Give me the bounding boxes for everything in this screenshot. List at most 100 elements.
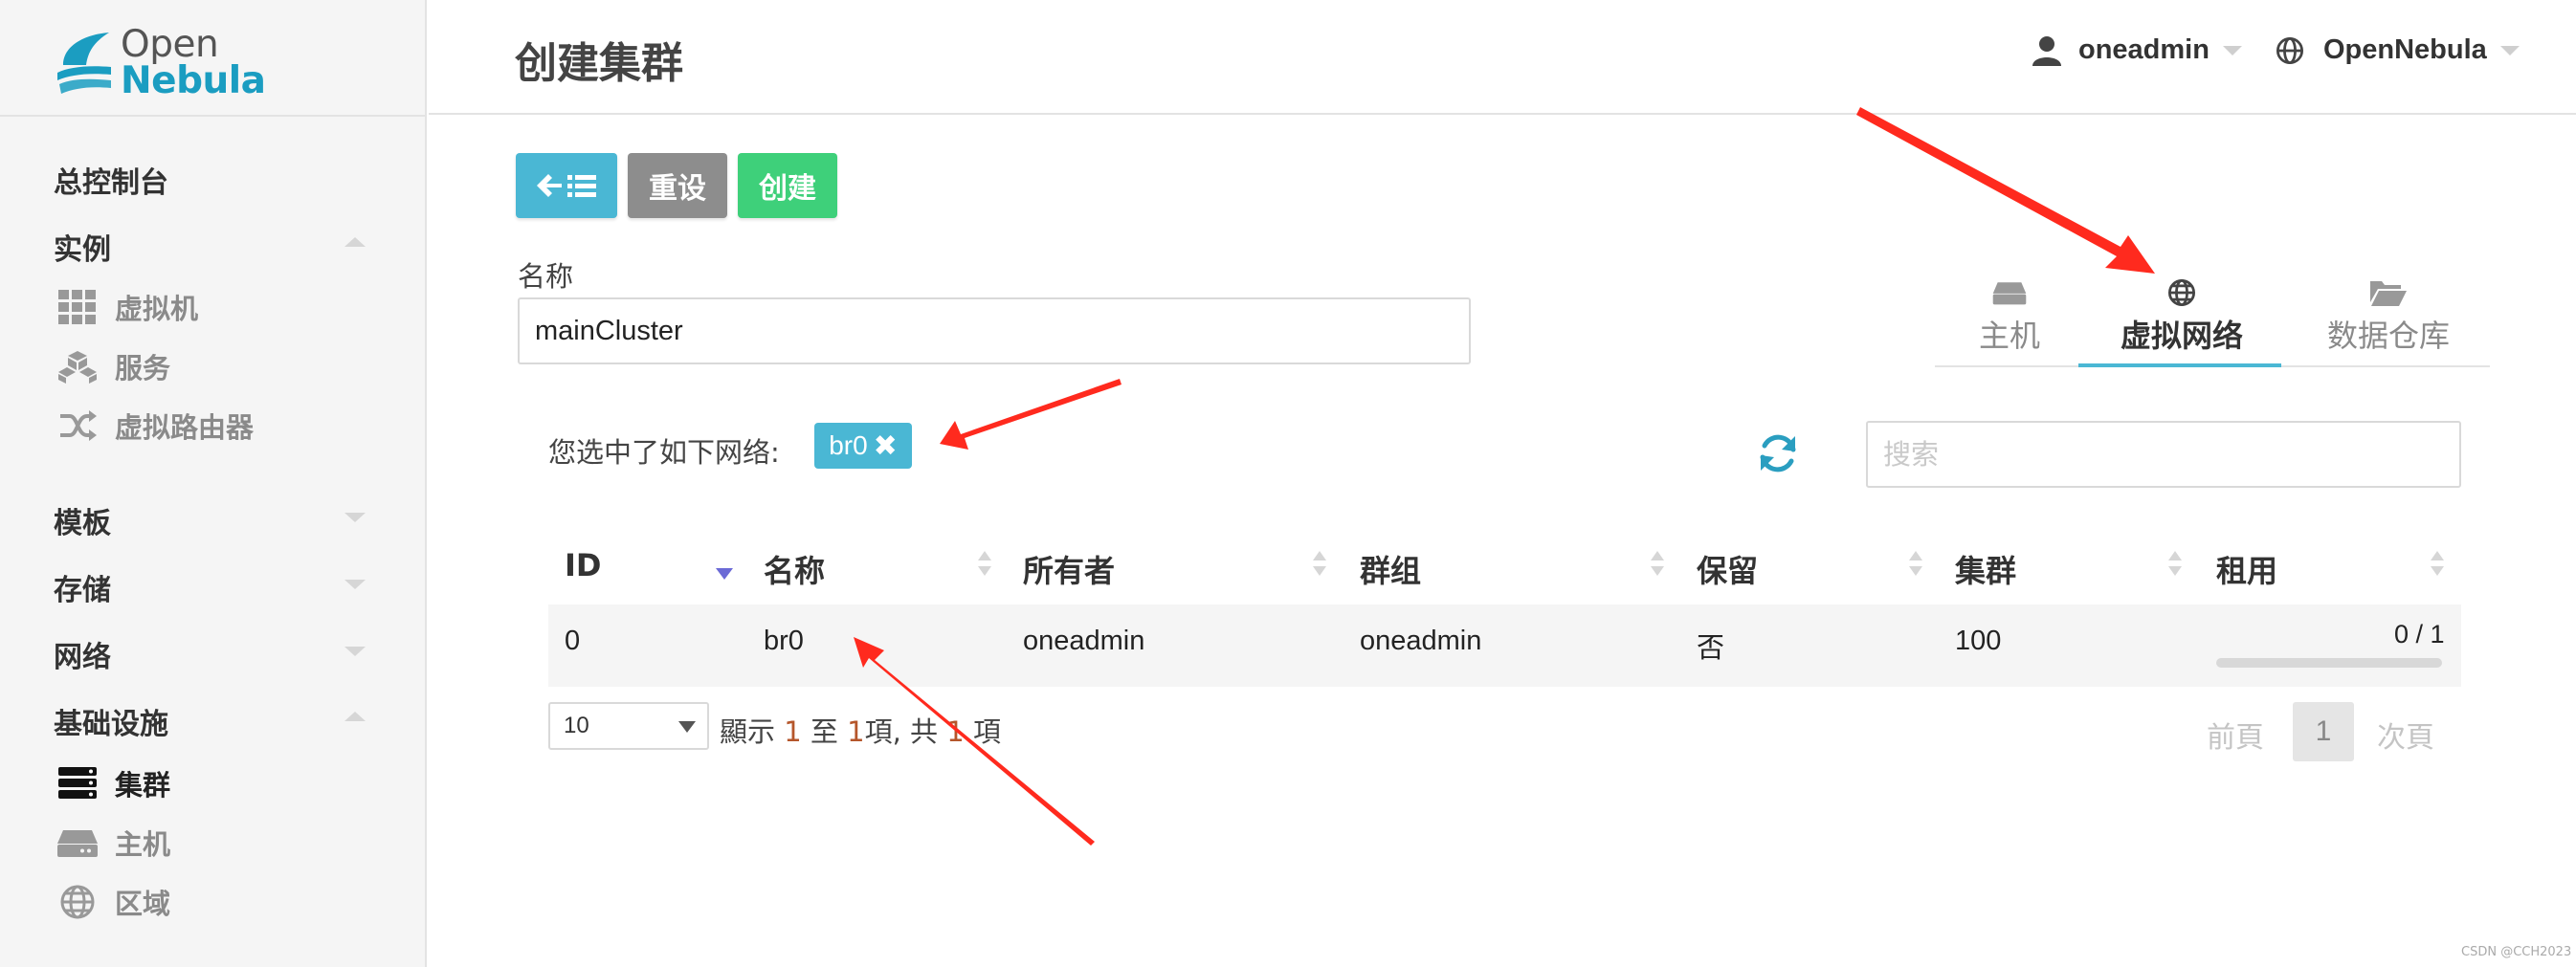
chevron-up-icon[interactable] [344, 712, 366, 721]
user-name: oneadmin [2078, 34, 2210, 65]
logo-open-text: Open [121, 23, 219, 66]
tab-virtual-networks[interactable]: 虚拟网络 [2121, 275, 2243, 356]
sidebar-item-infrastructure[interactable]: 基础设施 [54, 700, 168, 742]
table-row[interactable]: 0 br0 oneadmin oneadmin 否 100 0 / 1 [548, 604, 2461, 687]
sidebar-item-storage[interactable]: 存储 [54, 566, 111, 608]
close-icon[interactable]: ✖ [874, 429, 898, 463]
sidebar-item-services[interactable]: 服务 [57, 346, 170, 386]
sort-icon[interactable] [1313, 551, 1326, 582]
column-header-owner[interactable]: 所有者 [1023, 547, 1115, 591]
tab-hosts[interactable]: 主机 [1979, 275, 2040, 356]
name-input[interactable] [518, 297, 1471, 364]
tab-label: 数据仓库 [2327, 318, 2451, 354]
sidebar-item-vms[interactable]: 虚拟机 [57, 287, 198, 327]
page-info: 顯示 1 至 1項, 共 1 項 [720, 715, 1001, 748]
page-info-total-word: 共 [910, 715, 939, 748]
selected-network-chip[interactable]: br0 ✖ [814, 423, 912, 469]
cell-id: 0 [565, 626, 581, 656]
table-header: ID 名称 所有者 群组 保留 集群 租用 [548, 538, 2461, 604]
chevron-down-icon[interactable] [344, 513, 366, 522]
column-header-id[interactable]: ID [565, 547, 601, 583]
sort-desc-icon[interactable] [716, 568, 733, 580]
sidebar-item-network[interactable]: 网络 [54, 633, 111, 675]
user-icon [2032, 35, 2061, 66]
next-page-button[interactable]: 次頁 [2377, 714, 2434, 756]
cubes-icon [57, 349, 98, 384]
sidebar: Open Nebula 总控制台 实例 虚拟机 服务 虚拟路由器 模板 存储 网… [0, 0, 427, 967]
zone-menu[interactable]: OpenNebula [2276, 34, 2520, 66]
sidebar-item-label: 服务 [115, 352, 171, 385]
current-page-button[interactable]: 1 [2293, 702, 2354, 761]
name-label: 名称 [518, 260, 574, 293]
sidebar-item-label: 虚拟路由器 [115, 411, 255, 444]
watermark-text: CSDN @CCH2023 [2461, 945, 2572, 959]
page-info-total: 1 [946, 715, 965, 748]
reset-button[interactable]: 重设 [628, 153, 727, 218]
chevron-down-icon[interactable] [344, 647, 366, 656]
cell-owner: oneadmin [1023, 626, 1145, 656]
sort-icon[interactable] [1651, 551, 1664, 582]
sort-icon[interactable] [2431, 551, 2444, 582]
zone-name: OpenNebula [2323, 34, 2487, 65]
opennebula-logo[interactable]: Open Nebula [56, 23, 266, 101]
column-header-cluster[interactable]: 集群 [1955, 547, 2016, 591]
column-header-leases[interactable]: 租用 [2216, 547, 2277, 591]
tab-label: 虚拟网络 [2121, 318, 2244, 354]
sort-icon[interactable] [2168, 551, 2182, 582]
hdd-icon [57, 825, 98, 860]
sidebar-item-instances[interactable]: 实例 [54, 226, 111, 268]
page-size-value: 10 [564, 713, 589, 738]
arrow-to-chip [940, 379, 1121, 450]
page-title: 创建集群 [515, 39, 683, 88]
tab-label: 主机 [1979, 318, 2041, 354]
page-info-suffix: 項 [972, 715, 1001, 748]
refresh-icon[interactable] [1757, 432, 1799, 474]
sort-icon[interactable] [978, 551, 991, 582]
caret-down-icon [678, 721, 696, 733]
search-input[interactable] [1866, 421, 2461, 488]
create-button[interactable]: 创建 [738, 153, 837, 218]
sidebar-item-hosts[interactable]: 主机 [57, 823, 170, 863]
nebula-logo-icon [57, 33, 111, 94]
active-tab-indicator [2078, 363, 2281, 367]
chevron-down-icon [2222, 45, 2242, 55]
chevron-down-icon [2499, 45, 2520, 55]
chevron-down-icon[interactable] [344, 580, 366, 589]
cell-reserved: 否 [1697, 633, 1725, 664]
globe-icon [57, 885, 98, 919]
column-header-reserved[interactable]: 保留 [1697, 547, 1758, 591]
globe-icon [2276, 36, 2304, 64]
sort-icon[interactable] [1909, 551, 1922, 582]
globe-icon [2167, 275, 2196, 310]
arrow-to-tab [1856, 107, 2155, 274]
sidebar-item-clusters[interactable]: 集群 [57, 763, 170, 803]
arrow-left-list-icon [537, 174, 596, 197]
chevron-up-icon[interactable] [344, 237, 366, 247]
sidebar-item-label: 主机 [115, 828, 171, 861]
prev-page-button[interactable]: 前頁 [2207, 714, 2264, 756]
chip-label: br0 [829, 430, 868, 460]
sidebar-item-templates[interactable]: 模板 [54, 499, 111, 541]
grid-icon [57, 290, 98, 324]
back-to-list-button[interactable] [516, 153, 617, 218]
sidebar-divider [0, 115, 427, 117]
user-menu[interactable]: oneadmin [2032, 34, 2242, 66]
sidebar-item-label: 虚拟机 [115, 293, 199, 325]
cell-group: oneadmin [1360, 626, 1482, 656]
column-header-group[interactable]: 群组 [1360, 547, 1421, 591]
selected-networks-label: 您选中了如下网络: [548, 436, 780, 469]
shuffle-icon [57, 408, 98, 443]
sidebar-item-dashboard[interactable]: 总控制台 [54, 159, 168, 201]
sidebar-item-label: 集群 [115, 769, 171, 802]
page-size-select[interactable]: 10 [548, 702, 709, 750]
page-info-prefix: 顯示 [720, 715, 776, 748]
sidebar-item-virtual-routers[interactable]: 虚拟路由器 [57, 406, 254, 446]
cell-name: br0 [764, 626, 804, 656]
sidebar-item-zones[interactable]: 区域 [57, 882, 170, 922]
resource-tabs: 主机 虚拟网络 数据仓库 [1935, 268, 2490, 367]
networks-table: ID 名称 所有者 群组 保留 集群 租用 0 br0 oneadmin one… [548, 538, 2461, 687]
tab-datastores[interactable]: 数据仓库 [2327, 275, 2450, 356]
page-info-items: 項 [864, 715, 893, 748]
top-bar: 创建集群 oneadmin OpenNebula [429, 0, 2576, 115]
column-header-name[interactable]: 名称 [764, 547, 825, 591]
